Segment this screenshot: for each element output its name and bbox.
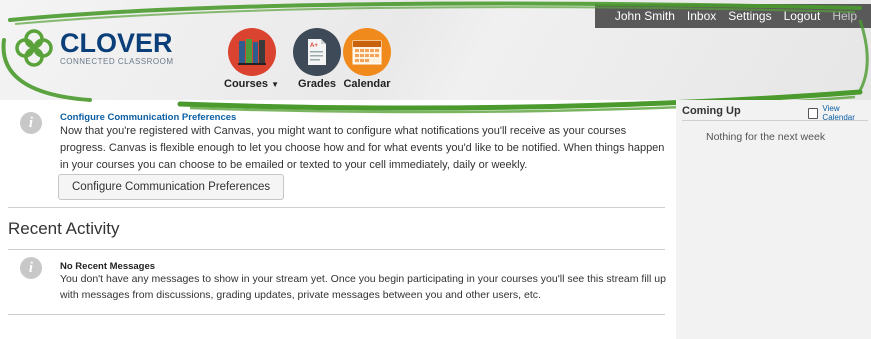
nothing-upcoming-text: Nothing for the next week [706,131,826,143]
inbox-link[interactable]: Inbox [687,9,716,23]
top-nav: John Smith Inbox Settings Logout Help [594,4,871,28]
grades-icon: A+ [293,28,341,76]
logo-subtitle: CONNECTED CLASSROOM [60,57,174,66]
clover-logo[interactable]: CLOVER CONNECTED CLASSROOM [14,28,174,68]
grades-menu[interactable]: A+ Grades [293,28,341,90]
clover-logo-icon [15,29,53,67]
divider [8,207,665,208]
divider [8,314,665,315]
svg-text:A+: A+ [310,43,318,49]
notice-title[interactable]: Configure Communication Preferences [60,112,236,123]
logout-link[interactable]: Logout [784,9,821,23]
calendar-menu[interactable]: Calendar [343,28,391,90]
courses-menu[interactable]: Courses ▼ [224,28,279,90]
calendar-small-icon [808,107,819,119]
grades-label: Grades [298,78,336,90]
notice-text: Now that you're registered with Canvas, … [60,125,665,171]
calendar-label: Calendar [343,78,391,90]
sidebar-divider [682,120,868,121]
info-icon: i [20,112,42,134]
no-messages-text: You don't have any messages to show in y… [60,273,666,301]
courses-icon [227,28,276,76]
help-link[interactable]: Help [832,9,857,23]
recent-activity-title: Recent Activity [8,219,120,238]
user-link[interactable]: John Smith [615,9,675,23]
divider [8,249,665,250]
settings-link[interactable]: Settings [728,9,771,23]
logo-title: CLOVER [60,28,173,58]
courses-label: Courses ▼ [224,78,280,90]
chevron-down-icon: ▼ [271,80,280,89]
info-icon: i [20,257,42,279]
coming-up-title: Coming Up [682,105,741,117]
configure-preferences-button[interactable]: Configure Communication Preferences [58,174,285,200]
header: John Smith Inbox Settings Logout Help CL… [0,0,871,100]
calendar-icon [343,28,391,76]
